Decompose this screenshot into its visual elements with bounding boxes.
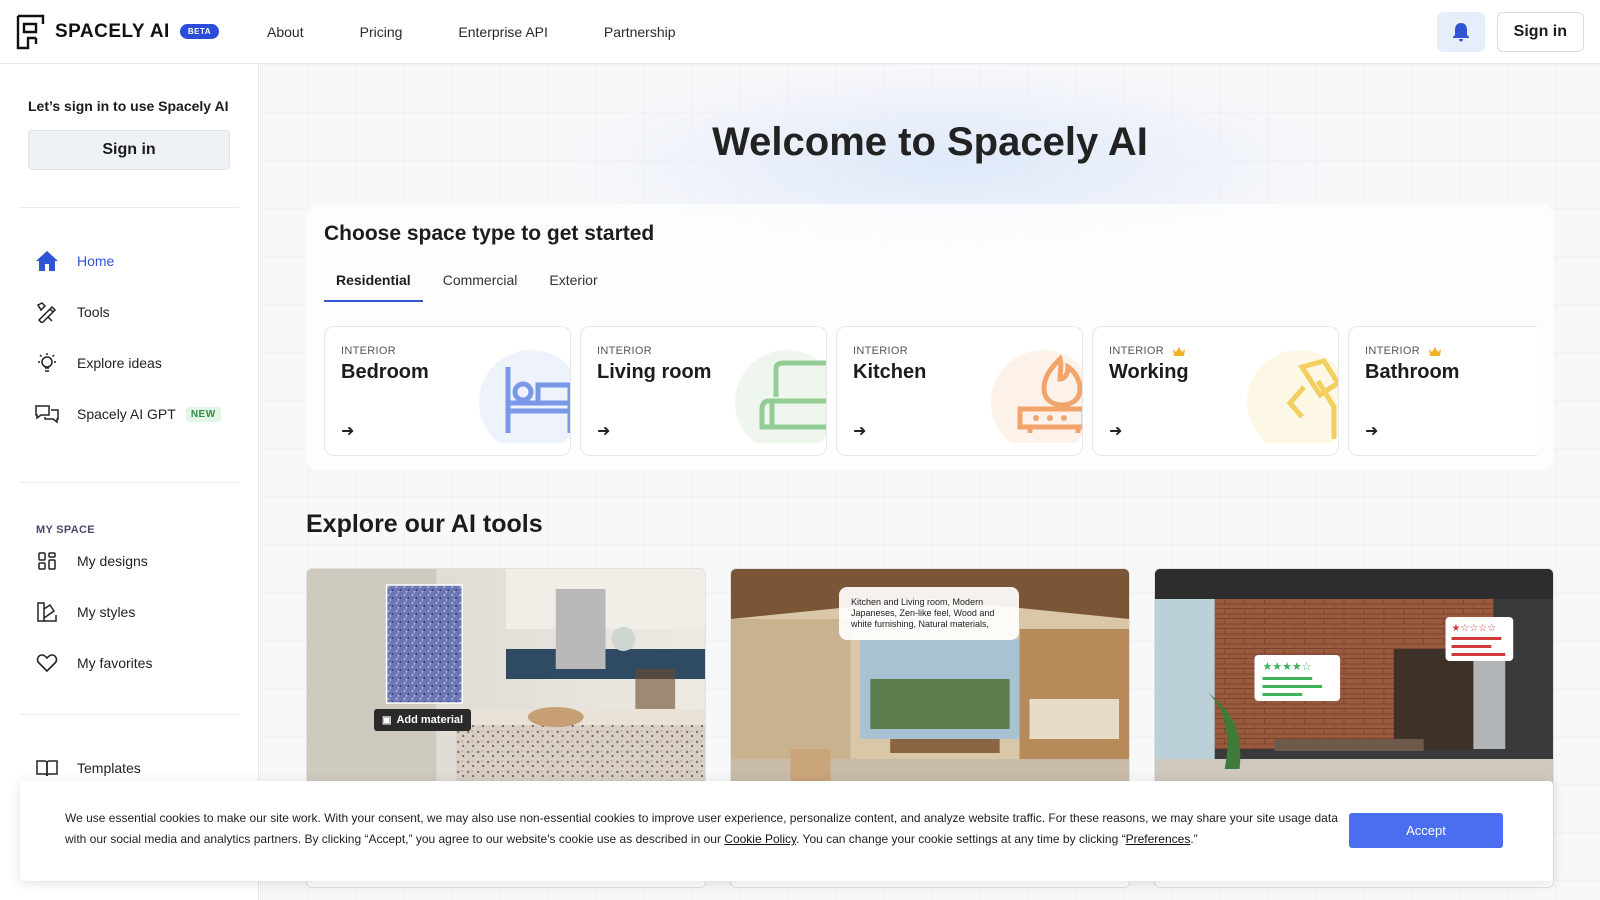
tab-exterior[interactable]: Exterior <box>537 264 609 302</box>
room-card-bathroom[interactable]: INTERIOR Bathroom ➜ <box>1348 326 1537 456</box>
sidebar-item-label: My styles <box>77 604 136 620</box>
lightbulb-icon <box>34 350 60 376</box>
arrow-right-icon: ➜ <box>341 423 355 440</box>
sidebar-item-explore-ideas[interactable]: Explore ideas <box>34 349 162 377</box>
bell-icon <box>1452 23 1469 42</box>
new-badge: NEW <box>185 406 221 422</box>
sidebar-item-label: Spacely AI GPT <box>77 406 176 422</box>
bed-icon <box>479 350 570 443</box>
home-icon <box>34 248 60 274</box>
sidebar-item-label: My favorites <box>77 655 153 671</box>
cookie-policy-link[interactable]: Cookie Policy <box>724 832 796 846</box>
tab-commercial[interactable]: Commercial <box>431 264 530 302</box>
top-actions: Sign in <box>1436 12 1584 52</box>
room-category: INTERIOR <box>597 345 652 357</box>
space-type-heading: Choose space type to get started <box>324 222 655 245</box>
nav-pricing[interactable]: Pricing <box>360 24 403 40</box>
room-cards: INTERIOR Bedroom ➜ INTERIOR Living room … <box>324 326 1537 456</box>
accept-cookies-button[interactable]: Accept <box>1349 813 1503 848</box>
room-name: Working <box>1109 361 1189 383</box>
room-card-kitchen[interactable]: INTERIOR Kitchen ➜ <box>836 326 1083 456</box>
main-content: Welcome to Spacely AI Choose space type … <box>260 64 1600 900</box>
sidebar-item-my-favorites[interactable]: My favorites <box>34 649 152 677</box>
nav-partnership[interactable]: Partnership <box>604 24 676 40</box>
chat-icon <box>34 401 60 427</box>
nav-enterprise-api[interactable]: Enterprise API <box>458 24 548 40</box>
room-name: Kitchen <box>853 361 927 383</box>
room-category: INTERIOR <box>1365 345 1442 357</box>
sidebar-item-home[interactable]: Home <box>34 247 114 275</box>
room-name: Bedroom <box>341 361 429 383</box>
svg-text:★★★★☆: ★★★★☆ <box>1262 660 1311 673</box>
brand-name: SPACELY AI <box>55 20 170 42</box>
tools-icon <box>34 299 60 325</box>
sidebar-item-my-styles[interactable]: My styles <box>34 598 135 626</box>
notifications-button[interactable] <box>1436 12 1485 52</box>
divider <box>20 207 239 208</box>
tools-heading: Explore our AI tools <box>306 510 543 538</box>
spacely-logo-icon <box>16 14 45 49</box>
room-category: INTERIOR <box>853 345 908 357</box>
grid-icon <box>34 548 60 574</box>
tab-residential[interactable]: Residential <box>324 264 423 302</box>
arrow-right-icon: ➜ <box>597 423 611 440</box>
room-card-living-room[interactable]: INTERIOR Living room ➜ <box>580 326 827 456</box>
space-tabs: Residential Commercial Exterior <box>324 264 618 302</box>
sidebar-item-templates[interactable]: Templates <box>34 754 141 782</box>
sidebar-item-spacely-gpt[interactable]: Spacely AI GPT NEW <box>34 400 221 428</box>
sofa-icon <box>735 350 826 443</box>
room-category: INTERIOR <box>341 345 396 357</box>
preferences-link[interactable]: Preferences <box>1126 832 1191 846</box>
room-name: Bathroom <box>1365 361 1460 383</box>
sidebar-item-label: Templates <box>77 760 141 776</box>
add-material-label: Add material <box>396 714 464 726</box>
stove-icon <box>991 350 1082 443</box>
sidebar-item-tools[interactable]: Tools <box>34 298 110 326</box>
top-navbar: SPACELY AI BETA About Pricing Enterprise… <box>0 0 1600 64</box>
page-title: Welcome to Spacely AI <box>712 120 1148 164</box>
cookie-text: We use essential cookies to make our sit… <box>65 808 1355 850</box>
divider <box>20 482 239 483</box>
lamp-icon <box>1247 350 1338 443</box>
signin-prompt: Let’s sign in to use Spacely AI <box>28 98 229 114</box>
heart-icon <box>34 650 60 676</box>
space-type-panel: Choose space type to get started Residen… <box>306 204 1554 470</box>
image-icon: ▣ <box>382 714 392 726</box>
beta-badge: BETA <box>179 24 220 39</box>
styles-icon <box>34 599 60 625</box>
sidebar-signin-button[interactable]: Sign in <box>28 130 230 170</box>
crown-icon <box>1172 346 1185 356</box>
add-material-chip[interactable]: ▣ Add material <box>374 709 472 731</box>
book-icon <box>34 755 60 781</box>
arrow-right-icon: ➜ <box>1365 423 1379 440</box>
arrow-right-icon: ➜ <box>853 423 867 440</box>
svg-text:★☆☆☆☆: ★☆☆☆☆ <box>1452 623 1497 634</box>
cookie-text-part: .” <box>1190 832 1198 846</box>
signin-button-top[interactable]: Sign in <box>1496 12 1584 52</box>
cookie-banner: We use essential cookies to make our sit… <box>20 781 1553 881</box>
nav-links: About Pricing Enterprise API Partnership <box>267 24 731 40</box>
crown-icon <box>1428 346 1441 356</box>
bath-icon <box>1500 347 1537 443</box>
nav-about[interactable]: About <box>267 24 304 40</box>
logo[interactable]: SPACELY AI BETA <box>16 14 220 50</box>
room-card-bedroom[interactable]: INTERIOR Bedroom ➜ <box>324 326 571 456</box>
cookie-text-part: . You can change your cookie settings at… <box>796 832 1126 846</box>
sidebar-item-label: Tools <box>77 304 110 320</box>
divider <box>20 714 239 715</box>
sidebar-item-label: My designs <box>77 553 148 569</box>
sidebar-item-label: Explore ideas <box>77 355 162 371</box>
room-card-working[interactable]: INTERIOR Working ➜ <box>1092 326 1339 456</box>
room-name: Living room <box>597 361 712 383</box>
sidebar-item-my-designs[interactable]: My designs <box>34 547 148 575</box>
my-space-heading: MY SPACE <box>36 524 95 536</box>
sidebar: Let’s sign in to use Spacely AI Sign in … <box>0 64 259 900</box>
prompt-bubble: Kitchen and Living room, Modern Japanese… <box>839 587 1019 640</box>
room-category: INTERIOR <box>1109 345 1186 357</box>
sidebar-item-label: Home <box>77 253 115 269</box>
arrow-right-icon: ➜ <box>1109 423 1123 440</box>
